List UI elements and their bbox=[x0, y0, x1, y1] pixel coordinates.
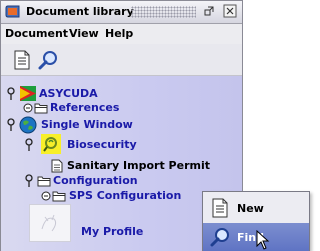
sketch-icon bbox=[41, 214, 57, 232]
document-icon bbox=[51, 159, 63, 173]
pin-icon bbox=[25, 174, 33, 187]
menu-help[interactable]: Help bbox=[105, 27, 133, 40]
pin-icon bbox=[7, 87, 15, 100]
tree-label-my-profile: My Profile bbox=[81, 225, 144, 238]
tree-node-my-profile[interactable]: My Profile bbox=[29, 202, 229, 242]
title-grip bbox=[131, 6, 196, 18]
close-icon[interactable] bbox=[223, 4, 237, 18]
window-title: Document library bbox=[26, 5, 134, 18]
folder-icon bbox=[52, 191, 66, 202]
magnifier-icon bbox=[210, 228, 229, 247]
tree-node-configuration[interactable]: Configuration bbox=[23, 173, 223, 189]
title-bar[interactable]: Document library bbox=[1, 1, 242, 24]
menu-document[interactable]: Document bbox=[5, 27, 68, 40]
folder-icon bbox=[37, 176, 51, 187]
globe-icon bbox=[19, 116, 37, 134]
magnifier-icon[interactable] bbox=[37, 49, 59, 71]
tree-node-biosecurity[interactable]: Biosecurity bbox=[23, 134, 223, 156]
menu-view[interactable]: View bbox=[69, 27, 99, 40]
mouse-cursor-icon bbox=[256, 230, 270, 250]
tree-label-asycuda: ASYCUDA bbox=[39, 87, 98, 100]
new-document-icon[interactable] bbox=[11, 49, 33, 71]
new-document-icon bbox=[212, 198, 228, 218]
folder-icon bbox=[34, 103, 48, 114]
toolbar bbox=[1, 45, 242, 76]
tree-label-single-window: Single Window bbox=[41, 118, 133, 131]
library-icon bbox=[5, 5, 20, 18]
menu-bar: Document View Help bbox=[1, 24, 242, 44]
tree-node-sanitary-import-permit[interactable]: Sanitary Import Permit bbox=[51, 158, 241, 174]
flag-icon bbox=[20, 86, 36, 101]
expand-icon[interactable] bbox=[23, 103, 33, 113]
tree-node-single-window[interactable]: Single Window bbox=[5, 116, 235, 134]
tree-label-sps-configuration: SPS Configuration bbox=[69, 189, 182, 202]
context-menu-item-new[interactable]: New bbox=[203, 194, 309, 222]
tree-node-references[interactable]: References bbox=[23, 100, 223, 116]
tree-label-references: References bbox=[50, 101, 120, 114]
tree-label-sanitary-import-permit: Sanitary Import Permit bbox=[67, 159, 210, 172]
biosecurity-icon bbox=[41, 134, 61, 154]
tree-label-biosecurity: Biosecurity bbox=[67, 138, 137, 151]
tree-label-configuration: Configuration bbox=[53, 174, 138, 187]
profile-avatar bbox=[29, 204, 71, 242]
pin-icon bbox=[25, 138, 33, 151]
context-menu-label-new: New bbox=[237, 202, 264, 215]
expand-icon[interactable] bbox=[41, 191, 51, 201]
restore-icon[interactable] bbox=[202, 4, 216, 18]
pin-icon bbox=[7, 118, 15, 131]
